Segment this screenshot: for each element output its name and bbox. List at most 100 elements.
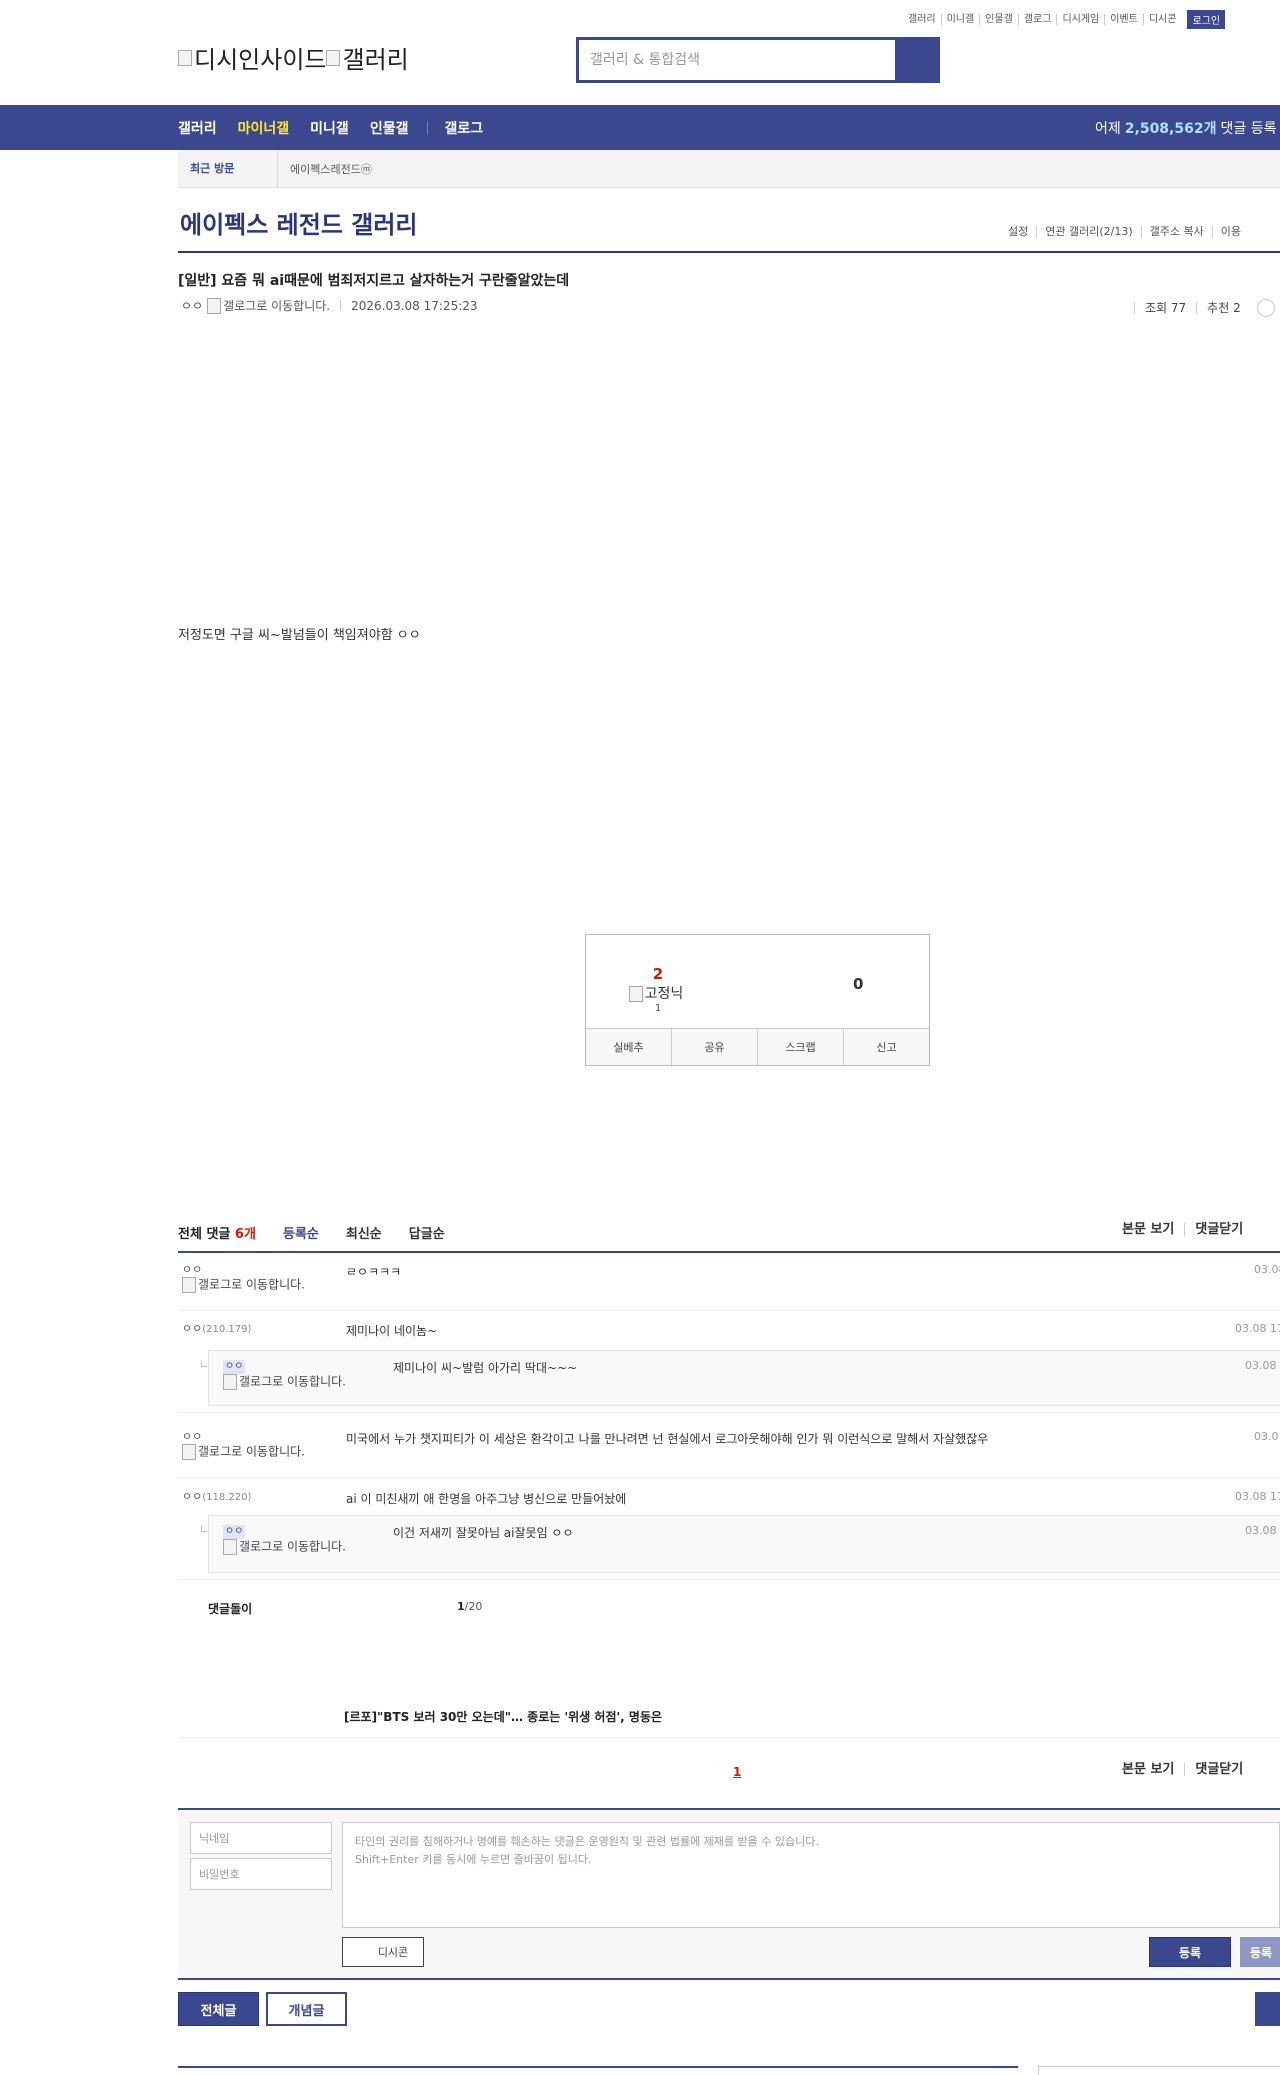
- comment-page-current[interactable]: 1: [733, 1765, 741, 1779]
- util-link-minigall[interactable]: 미니갤: [940, 14, 980, 25]
- reply-author[interactable]: ㅇㅇ 갤로그로 이동합니다.: [223, 1359, 353, 1390]
- comment-text: ai 이 미친새끼 애 한명을 아주그냥 병신으로 만들어놨에: [346, 1492, 627, 1506]
- login-button[interactable]: 로그인: [1187, 10, 1226, 29]
- reply-gallog[interactable]: 갤로그로 이동합니다.: [223, 1374, 353, 1390]
- ad-divider: [178, 1737, 1280, 1738]
- comment-author[interactable]: ㅇㅇ(210.179): [182, 1322, 312, 1337]
- reply-gallog[interactable]: 갤로그로 이동합니다.: [223, 1539, 353, 1555]
- reply-text: 이건 저새끼 잘못아님 ai잘못임 ㅇㅇ: [393, 1526, 574, 1540]
- nickname-input[interactable]: [190, 1822, 332, 1854]
- recommend-box: 2 고정닉 1 0 실베추 공유 스크랩 신고: [585, 934, 930, 1066]
- password-input[interactable]: [190, 1858, 332, 1890]
- view-post-button-bottom[interactable]: 본문 보기: [1122, 1763, 1184, 1776]
- nav-mini-gallery[interactable]: 미니갤: [310, 118, 349, 138]
- post-recommends: 추천 2: [1196, 302, 1251, 314]
- scrap-button[interactable]: 스크랩: [757, 1029, 843, 1065]
- comment-gallog[interactable]: 갤로그로 이동합니다.: [182, 1444, 312, 1460]
- util-link-game[interactable]: 디시게임: [1056, 14, 1104, 25]
- nav-minor-gallery[interactable]: 마이너갤: [238, 118, 290, 138]
- recent-visit-gallery[interactable]: 에이펙스레전드ⓜ: [278, 161, 372, 177]
- comment-divider: [178, 1412, 1280, 1413]
- post-title: [일반] 요즘 뭐 ai때문에 범죄저지르고 살자하는거 구란줄알았는데: [178, 273, 570, 289]
- gallery-menu-related[interactable]: 연관 갤러리(2/13): [1036, 226, 1140, 238]
- post-author[interactable]: ㅇㅇ: [181, 297, 203, 314]
- util-link-gallery[interactable]: 갤러리: [903, 14, 941, 25]
- sort-registered[interactable]: 등록순: [283, 1223, 319, 1242]
- search-button[interactable]: [895, 40, 937, 80]
- nav-person-gallery[interactable]: 인물갤: [370, 118, 409, 138]
- gallery-title[interactable]: 에이펙스 레전드 갤러리: [180, 205, 418, 240]
- comment-ip: (210.179): [202, 1324, 252, 1335]
- search-box: [576, 37, 940, 83]
- comment-date: 03.08: [1254, 1263, 1280, 1276]
- nav-gallery[interactable]: 갤러리: [178, 118, 217, 138]
- view-post-button[interactable]: 본문 보기: [1122, 1223, 1184, 1236]
- more-icon[interactable]: [1256, 299, 1275, 317]
- comment-text: ㄹㅇㅋㅋㅋ: [346, 1265, 402, 1279]
- meta-divider: [340, 300, 342, 311]
- util-link-gallog[interactable]: 갤로그: [1017, 14, 1057, 25]
- comment-total-count: 6개: [234, 1227, 256, 1242]
- recent-visit-bar: 최근 방문 에이펙스레전드ⓜ: [178, 149, 1280, 188]
- comment-bot-total: /20: [464, 1600, 483, 1613]
- logo-sub-alt: 갤러리: [342, 46, 409, 74]
- submit-secondary-button[interactable]: 등록: [1240, 1937, 1280, 1967]
- comment-header-actions: 본문 보기 댓글닫기: [1122, 1223, 1253, 1236]
- concept-posts-button[interactable]: 개념글: [266, 1992, 347, 2026]
- reply-nick[interactable]: ㅇㅇ: [223, 1360, 246, 1374]
- nav-gallog[interactable]: 갤로그: [444, 118, 483, 138]
- util-link-dccon[interactable]: 디시콘: [1142, 14, 1182, 25]
- comment-nick[interactable]: ㅇㅇ: [182, 1263, 202, 1276]
- report-button[interactable]: 신고: [843, 1029, 929, 1065]
- write-post-button[interactable]: [1255, 1992, 1280, 2026]
- post-gallog-alt[interactable]: 갤로그로 이동합니다.: [223, 297, 330, 314]
- all-posts-button[interactable]: 전체글: [178, 1992, 259, 2026]
- close-comments-button-bottom[interactable]: 댓글닫기: [1184, 1763, 1253, 1776]
- gallery-menu-copy-url[interactable]: 갤주소 복사: [1140, 226, 1212, 238]
- util-link-event[interactable]: 이벤트: [1104, 14, 1143, 25]
- gallog-alt: 갤로그로 이동합니다.: [239, 1539, 346, 1554]
- sort-latest[interactable]: 최신순: [346, 1223, 382, 1242]
- comment-nick[interactable]: ㅇㅇ: [182, 1490, 202, 1503]
- submit-button[interactable]: 등록: [1149, 1937, 1231, 1967]
- gallog-icon[interactable]: [207, 297, 222, 314]
- comment-ip: (118.220): [202, 1492, 252, 1503]
- reply-item: ㅇㅇ 갤로그로 이동합니다. 이건 저새끼 잘못아님 ai잘못임 ㅇㅇ 03.0…: [201, 1515, 1280, 1573]
- reply-arrow-icon: [201, 1526, 207, 1532]
- share-button[interactable]: 공유: [671, 1029, 757, 1065]
- utility-links: 갤러리 미니갤 인물갤 갤로그 디시게임 이벤트 디시콘 로그인: [903, 10, 1226, 29]
- recommend-up[interactable]: 2 고정닉 1: [628, 965, 688, 1014]
- reply-author[interactable]: ㅇㅇ 갤로그로 이동합니다.: [223, 1524, 353, 1555]
- util-link-person[interactable]: 인물갤: [979, 14, 1018, 25]
- reply-nick[interactable]: ㅇㅇ: [223, 1525, 246, 1539]
- dccon-button[interactable]: 디시콘: [342, 1937, 424, 1967]
- post-meta: ㅇㅇ 갤로그로 이동합니다. 2026.03.08 17:25:23: [181, 297, 478, 314]
- comment-textarea[interactable]: [342, 1822, 1280, 1928]
- reply-date: 03.08 1: [1245, 1359, 1280, 1372]
- close-comments-button[interactable]: 댓글닫기: [1184, 1223, 1253, 1236]
- comment-author[interactable]: ㅇㅇ(118.220): [182, 1490, 312, 1505]
- recommend-down-count[interactable]: 0: [853, 975, 863, 993]
- site-logo[interactable]: 디시인사이드 갤러리: [178, 40, 409, 75]
- search-input[interactable]: [579, 40, 895, 80]
- comment-gallog[interactable]: 갤로그로 이동합니다.: [182, 1277, 312, 1293]
- reply-text: 제미나이 씨~발럼 아가리 딱대~~~: [393, 1361, 578, 1375]
- comments-divider: [178, 1251, 1280, 1253]
- comment-author[interactable]: ㅇㅇ 갤로그로 이동합니다.: [182, 1263, 312, 1293]
- comment-author[interactable]: ㅇㅇ 갤로그로 이동합니다.: [182, 1430, 312, 1460]
- comment-sort: 등록순 최신순 답글순: [283, 1223, 472, 1242]
- gallery-menu-settings[interactable]: 설정: [1000, 226, 1036, 238]
- gallery-menu-usage[interactable]: 이용: [1211, 226, 1249, 238]
- write-bottom-divider: [178, 1978, 1280, 1980]
- comment-nick[interactable]: ㅇㅇ: [182, 1322, 202, 1335]
- fixed-nick-count: 1: [654, 1003, 662, 1014]
- comment-nick[interactable]: ㅇㅇ: [182, 1430, 202, 1443]
- recommend-up-count: 2: [652, 965, 664, 983]
- sort-replies[interactable]: 답글순: [409, 1223, 445, 1242]
- comments-header: 전체 댓글 6개 등록순 최신순 답글순 본문 보기 댓글닫기: [178, 1223, 1280, 1253]
- comment-date: 03.08 17: [1235, 1322, 1280, 1335]
- broken-image-icon: [178, 49, 192, 66]
- best-recommend-button[interactable]: 실베추: [586, 1029, 671, 1065]
- comment-bot-page[interactable]: 1: [457, 1600, 465, 1613]
- news-ad-link[interactable]: [르포]"BTS 보러 30만 오는데"… 종로는 '위생 허점', 명동은: [344, 1708, 662, 1725]
